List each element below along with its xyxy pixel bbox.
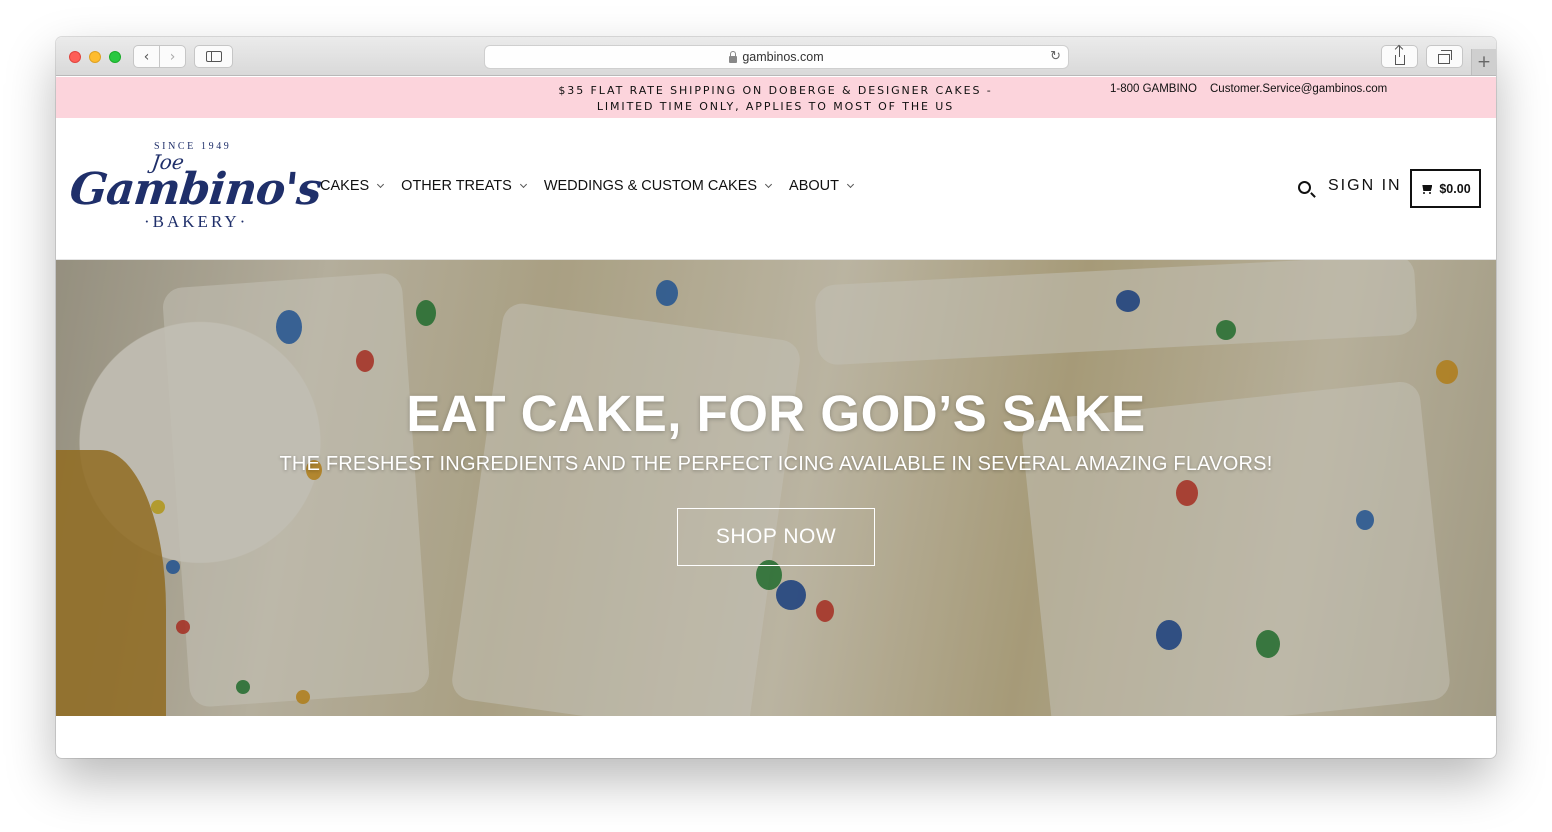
phone-link[interactable]: 1-800 GAMBINO: [1110, 83, 1197, 95]
logo[interactable]: SINCE 1949 Joe Gambino's ·BAKERY·: [67, 140, 323, 232]
hero-title: EAT CAKE, FOR GOD’S SAKE: [406, 385, 1146, 442]
shipping-announcement: $35 FLAT RATE SHIPPING ON DOBERGE & DESI…: [558, 84, 993, 113]
hero-subtitle: THE FRESHEST INGREDIENTS AND THE PERFECT…: [279, 453, 1273, 475]
reload-icon[interactable]: ↻: [1050, 49, 1061, 64]
nav-item-label: WEDDINGS & CUSTOM CAKES: [543, 178, 758, 194]
share-button[interactable]: [1381, 45, 1418, 68]
history-nav-group: ‹ ›: [133, 45, 186, 68]
address-url: gambinos.com: [742, 50, 824, 64]
hero-banner: EAT CAKE, FOR GOD’S SAKE THE FRESHEST IN…: [56, 260, 1496, 716]
sidebar-icon: [205, 51, 222, 62]
nav-item-label: ABOUT: [789, 178, 839, 194]
lock-icon: [729, 50, 738, 63]
address-bar[interactable]: gambinos.com ↻: [484, 45, 1069, 69]
tabs-icon: [1437, 49, 1452, 64]
site-header: SINCE 1949 Joe Gambino's ·BAKERY· CAKES …: [56, 118, 1496, 260]
zoom-window-button[interactable]: [109, 51, 121, 63]
chevron-right-icon[interactable]: ›: [160, 46, 185, 67]
announcement-bar: $35 FLAT RATE SHIPPING ON DOBERGE & DESI…: [56, 77, 1496, 118]
email-link[interactable]: Customer.Service@gambinos.com: [1210, 83, 1387, 95]
main-navigation: CAKES OTHER TREATS WEDDINGS & CUSTOM CAK…: [320, 178, 871, 194]
hero-content: EAT CAKE, FOR GOD’S SAKE THE FRESHEST IN…: [56, 260, 1496, 716]
nav-item-about[interactable]: ABOUT: [789, 178, 855, 194]
nav-item-label: OTHER TREATS: [401, 178, 512, 194]
chevron-down-icon: [377, 180, 385, 188]
new-tab-button[interactable]: +: [1471, 49, 1496, 75]
tab-overview-button[interactable]: [1426, 45, 1463, 68]
cart-button[interactable]: $0.00: [1410, 169, 1481, 208]
close-window-button[interactable]: [69, 51, 81, 63]
chevron-left-icon[interactable]: ‹: [134, 46, 160, 67]
sidebar-toggle-button[interactable]: [194, 45, 233, 68]
browser-window: ‹ › gambinos.com ↻ + $35 FLAT RATE SHIPP…: [56, 37, 1496, 758]
cart-icon: [1420, 184, 1432, 194]
chevron-down-icon: [765, 180, 773, 188]
nav-item-weddings-custom-cakes[interactable]: WEDDINGS & CUSTOM CAKES: [543, 178, 773, 194]
browser-toolbar: ‹ › gambinos.com ↻ +: [56, 37, 1496, 76]
shop-now-button[interactable]: SHOP NOW: [677, 508, 875, 566]
minimize-window-button[interactable]: [89, 51, 101, 63]
logo-bakery: ·BAKERY·: [144, 212, 249, 231]
chevron-down-icon: [846, 180, 855, 188]
nav-item-label: CAKES: [320, 178, 370, 194]
search-icon[interactable]: [1298, 181, 1311, 194]
nav-item-other-treats[interactable]: OTHER TREATS: [401, 178, 527, 194]
share-icon: [1394, 45, 1405, 65]
sign-in-link[interactable]: SIGN IN: [1328, 177, 1402, 195]
chevron-down-icon: [519, 180, 527, 188]
cart-total: $0.00: [1439, 181, 1471, 196]
logo-name: Gambino's: [67, 164, 324, 215]
nav-item-cakes[interactable]: CAKES: [320, 178, 385, 194]
